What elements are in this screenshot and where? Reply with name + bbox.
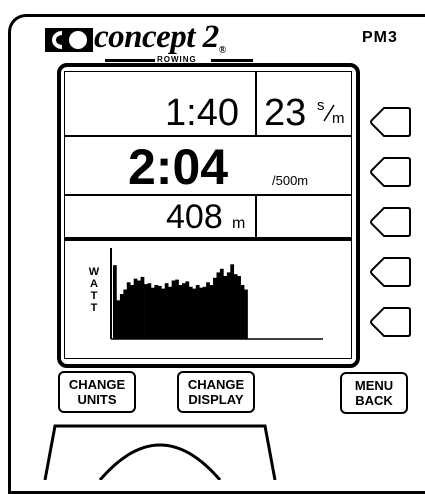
- menu-back-line2: BACK: [355, 393, 393, 408]
- lcd-divider-1: [64, 135, 352, 137]
- watt-bar: [223, 276, 228, 339]
- watt-bar: [195, 285, 200, 339]
- watt-bar: [237, 276, 241, 339]
- watt-bar: [216, 272, 221, 339]
- watt-bar: [161, 288, 166, 339]
- watt-bar: [113, 265, 117, 339]
- change-units-button[interactable]: CHANGE UNITS: [58, 371, 136, 413]
- watt-bar: [202, 286, 207, 339]
- watt-bar: [123, 289, 128, 339]
- watt-bar: [150, 287, 155, 339]
- change-units-line1: CHANGE: [68, 377, 126, 392]
- registered-mark: ®: [218, 45, 226, 56]
- soft-key-button[interactable]: [370, 106, 412, 138]
- change-display-line1: CHANGE: [187, 377, 245, 392]
- watt-label-t1: T: [90, 290, 98, 302]
- concept2-logo-mark-icon: [45, 28, 93, 52]
- soft-key-shape-icon: [370, 257, 411, 287]
- watt-bar: [226, 272, 231, 339]
- watt-bar: [178, 285, 183, 339]
- watt-bar: [240, 285, 245, 339]
- watt-axis-label: W A T T: [88, 266, 100, 314]
- soft-key-shape-icon: [370, 157, 411, 187]
- soft-key-shape-icon: [370, 207, 411, 237]
- split-time-value: 1:40: [165, 92, 239, 134]
- watt-label-a: A: [90, 278, 98, 290]
- watt-label-t2: T: [90, 302, 98, 314]
- menu-back-line1: MENU: [354, 378, 394, 393]
- watt-bar: [230, 264, 235, 339]
- watt-bar: [192, 288, 197, 339]
- menu-back-button[interactable]: MENU BACK: [340, 372, 408, 414]
- watt-bar: [144, 284, 148, 339]
- watt-graph: [110, 248, 323, 340]
- watt-bar: [154, 285, 159, 339]
- distance-unit: m: [232, 215, 246, 232]
- watt-bar: [206, 282, 210, 339]
- watt-bar: [213, 277, 217, 339]
- watt-bar: [182, 283, 186, 339]
- watt-bar: [199, 287, 203, 339]
- watt-bar: [130, 285, 134, 339]
- soft-key-button[interactable]: [370, 256, 412, 288]
- watt-bar: [119, 294, 124, 339]
- stroke-rate-value: 23: [264, 92, 307, 134]
- watt-bar: [233, 274, 238, 339]
- soft-key-shape-icon: [370, 107, 411, 137]
- watt-label-w: W: [88, 266, 100, 278]
- watt-bar: [140, 276, 145, 339]
- watt-bar: [147, 283, 152, 339]
- watt-bar: [116, 300, 121, 339]
- model-label: PM3: [362, 29, 398, 46]
- pace-unit: /500m: [272, 173, 309, 188]
- soft-key-button[interactable]: [370, 156, 412, 188]
- watt-bar: [137, 280, 141, 339]
- brand-name: concept 2®: [94, 19, 226, 56]
- watt-bar: [244, 289, 248, 339]
- watt-bar: [175, 279, 179, 339]
- watt-bar: [219, 268, 224, 339]
- logo-rule-right: [211, 59, 253, 62]
- watt-bar: [209, 285, 214, 339]
- change-display-line2: DISPLAY: [188, 392, 244, 407]
- change-display-button[interactable]: CHANGE DISPLAY: [177, 371, 255, 413]
- watt-bar: [126, 282, 131, 339]
- stroke-rate-unit-bottom: m: [332, 110, 345, 127]
- handle-cutout: [43, 424, 277, 480]
- watt-bar: [168, 286, 172, 339]
- watt-bar: [164, 283, 169, 339]
- soft-key-button[interactable]: [370, 206, 412, 238]
- watt-bar: [171, 280, 176, 339]
- soft-key-button[interactable]: [370, 306, 412, 338]
- pace-value: 2:04: [128, 139, 229, 195]
- watt-bar: [188, 286, 193, 339]
- lcd-divider-3: [64, 237, 352, 241]
- lcd-vdivider-bottom: [255, 195, 257, 238]
- lcd-vdivider-top: [255, 72, 257, 136]
- concept2-logo: concept 2® ROWING: [45, 19, 285, 66]
- watt-bar: [185, 281, 190, 339]
- watt-bar: [157, 285, 162, 339]
- soft-key-shape-icon: [370, 307, 411, 337]
- logo-rule-left: [105, 59, 155, 62]
- watt-bar: [133, 278, 138, 339]
- pm3-monitor: concept 2® ROWING PM3 1:40 23 s m 2:04 /…: [0, 0, 425, 494]
- change-units-line2: UNITS: [77, 392, 117, 407]
- distance-value: 408: [166, 198, 223, 236]
